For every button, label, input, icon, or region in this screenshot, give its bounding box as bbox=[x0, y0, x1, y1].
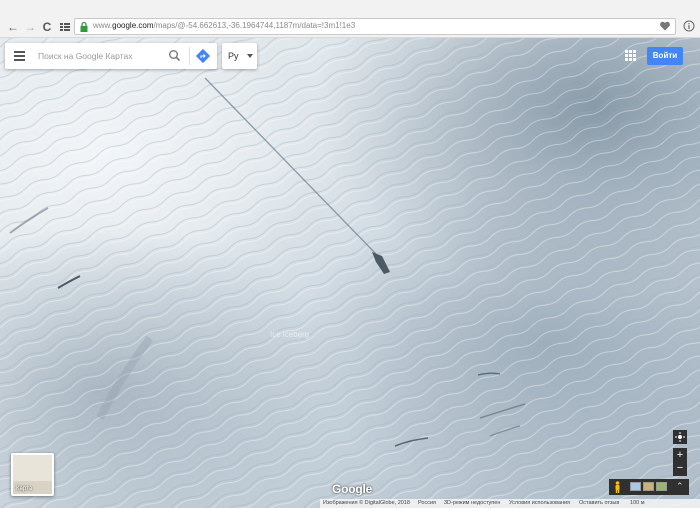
terms-link[interactable]: Условия использования bbox=[509, 500, 570, 506]
search-icon[interactable] bbox=[168, 49, 181, 62]
menu-icon[interactable] bbox=[14, 51, 25, 61]
layer-bar: ⌃ bbox=[609, 479, 689, 495]
zoom-in-button[interactable]: + bbox=[673, 448, 687, 462]
map-type-label: Карта bbox=[16, 486, 33, 492]
map-center-label: Ice iceberg bbox=[270, 330, 310, 339]
reload-button[interactable]: C bbox=[40, 20, 54, 34]
compass-icon bbox=[675, 432, 685, 442]
layer-thumb-traffic[interactable] bbox=[656, 482, 667, 491]
map-footer: Изображения © DigitalGlobe, 2018 Россия … bbox=[320, 499, 700, 508]
heart-icon[interactable] bbox=[659, 20, 671, 32]
collapse-chevron-icon[interactable]: ⌃ bbox=[676, 480, 686, 493]
address-bar[interactable]: www.google.com/maps/@-54.662613,-36.1964… bbox=[74, 18, 676, 35]
3d-mode-status: 3D-режим недоступен bbox=[444, 500, 501, 506]
back-button[interactable]: ← bbox=[6, 20, 20, 34]
apps-shortcut-icon[interactable] bbox=[58, 20, 72, 34]
google-logo: Google bbox=[332, 482, 373, 496]
search-panel bbox=[5, 43, 217, 69]
forward-button[interactable]: → bbox=[23, 20, 37, 34]
pegman-icon[interactable] bbox=[613, 481, 622, 493]
satellite-imagery bbox=[0, 38, 700, 508]
compass-button[interactable] bbox=[673, 430, 687, 444]
imagery-credit: Изображения © DigitalGlobe, 2018 bbox=[323, 500, 410, 506]
country-link[interactable]: Россия bbox=[418, 500, 436, 506]
layer-thumb-earth[interactable] bbox=[630, 482, 641, 491]
zoom-out-button[interactable]: − bbox=[673, 462, 687, 476]
language-select[interactable]: Ру bbox=[222, 43, 257, 69]
divider bbox=[189, 47, 190, 65]
info-icon[interactable] bbox=[683, 20, 695, 32]
directions-icon[interactable] bbox=[195, 48, 211, 64]
browser-toolbar: ← → C www.google.com/maps/@-54.662613,-3… bbox=[0, 0, 700, 38]
url-text: www.google.com/maps/@-54.662613,-36.1964… bbox=[93, 21, 356, 30]
map-canvas[interactable]: Ру Войти Ice iceberg Карта + − ⌃ bbox=[0, 38, 700, 508]
feedback-link[interactable]: Оставить отзыв bbox=[579, 500, 619, 506]
layer-thumb-terrain[interactable] bbox=[643, 482, 654, 491]
lock-icon bbox=[80, 21, 88, 32]
search-input[interactable] bbox=[38, 49, 163, 63]
signin-button[interactable]: Войти bbox=[647, 47, 683, 65]
scale-label[interactable]: 100 м bbox=[630, 500, 645, 506]
apps-grid-icon[interactable] bbox=[625, 50, 636, 61]
map-type-toggle[interactable]: Карта bbox=[11, 453, 54, 496]
chevron-down-icon bbox=[247, 54, 253, 58]
